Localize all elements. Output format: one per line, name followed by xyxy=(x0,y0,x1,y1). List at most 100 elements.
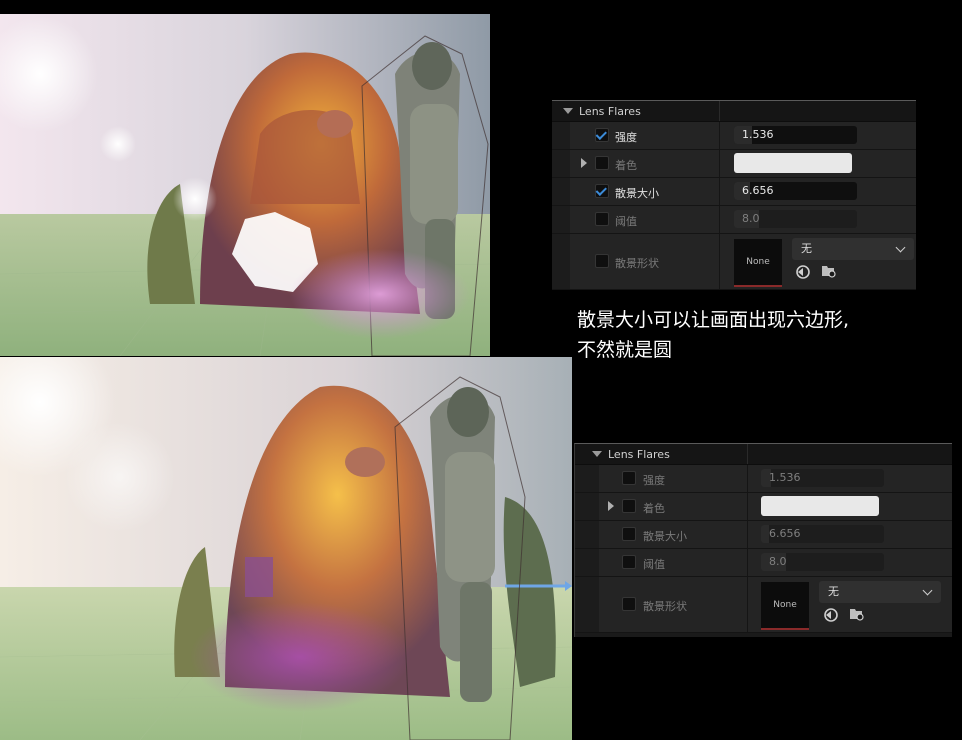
texture-asset-dropdown[interactable]: 无 xyxy=(819,581,941,603)
scene-render-hexagon xyxy=(0,14,490,356)
viewport-round-bokeh xyxy=(0,357,572,740)
property-row-bokeh-shape: 散景形状 None 无 xyxy=(575,577,952,633)
browse-folder-icon[interactable] xyxy=(821,263,837,279)
intensity-value-field[interactable]: 1.536 xyxy=(734,126,857,144)
caption-line-1: 散景大小可以让画面出现六边形, xyxy=(577,309,850,331)
column-divider xyxy=(719,122,720,149)
row-gutter xyxy=(575,521,599,548)
property-label: 散景大小 xyxy=(643,530,687,543)
threshold-value-field[interactable]: 8.0 xyxy=(734,210,857,228)
column-divider xyxy=(719,206,720,233)
property-label: 散景形状 xyxy=(615,257,659,270)
property-label: 强度 xyxy=(643,474,665,487)
threshold-value-field[interactable]: 8.0 xyxy=(761,553,884,571)
override-checkbox-tint[interactable] xyxy=(595,156,609,170)
browse-folder-icon[interactable] xyxy=(849,606,865,622)
column-divider xyxy=(747,444,748,464)
scene-render-round xyxy=(0,357,572,740)
property-label: 散景形状 xyxy=(643,600,687,613)
column-divider xyxy=(719,150,720,177)
reset-arrow-icon[interactable] xyxy=(795,264,811,280)
chevron-down-icon xyxy=(563,108,573,114)
thumbnail-label: None xyxy=(746,257,770,267)
row-gutter xyxy=(575,465,599,492)
row-gutter xyxy=(552,150,570,177)
property-row-intensity: 强度 1.536 xyxy=(575,465,952,493)
property-row-bokeh-shape: 散景形状 None 无 xyxy=(552,234,916,290)
chevron-down-icon xyxy=(592,451,602,457)
override-checkbox-threshold[interactable] xyxy=(622,555,636,569)
bokeh-size-value-field[interactable]: 6.656 xyxy=(734,182,857,200)
property-label: 阈值 xyxy=(615,215,637,228)
row-gutter xyxy=(552,178,570,205)
dropdown-value: 无 xyxy=(801,242,812,255)
row-gutter xyxy=(552,206,570,233)
thumbnail-label: None xyxy=(773,600,797,610)
property-label: 散景大小 xyxy=(615,187,659,200)
value-text: 1.536 xyxy=(769,471,801,484)
details-panel-enabled: Lens Flares 强度 1.536 着色 散景大小 6.656 阈值 8.… xyxy=(552,100,916,290)
override-checkbox-bokeh-size[interactable] xyxy=(622,527,636,541)
column-divider xyxy=(747,577,748,632)
checkmark-icon xyxy=(595,128,607,140)
value-text: 6.656 xyxy=(742,184,774,197)
column-divider xyxy=(747,493,748,520)
property-label: 着色 xyxy=(615,159,637,172)
property-label: 强度 xyxy=(615,131,637,144)
row-gutter xyxy=(575,549,599,576)
column-divider xyxy=(719,178,720,205)
value-text: 8.0 xyxy=(769,555,787,568)
section-header-lens-flares[interactable]: Lens Flares xyxy=(552,101,916,122)
property-row-intensity: 强度 1.536 xyxy=(552,122,916,150)
reset-arrow-icon[interactable] xyxy=(823,607,839,623)
override-checkbox-threshold[interactable] xyxy=(595,212,609,226)
expand-arrow-icon[interactable] xyxy=(608,501,614,511)
property-row-bokeh-size: 散景大小 6.656 xyxy=(575,521,952,549)
viewport-hexagon-bokeh xyxy=(0,14,490,356)
column-divider xyxy=(719,234,720,289)
tint-color-swatch[interactable] xyxy=(734,153,852,173)
row-gutter xyxy=(552,122,570,149)
section-title: Lens Flares xyxy=(608,447,670,461)
checkmark-icon xyxy=(595,184,607,196)
dropdown-value: 无 xyxy=(828,585,839,598)
override-checkbox-bokeh-size[interactable] xyxy=(595,184,609,198)
property-label: 着色 xyxy=(643,502,665,515)
override-checkbox-bokeh-shape[interactable] xyxy=(595,254,609,268)
tint-color-swatch[interactable] xyxy=(761,496,879,516)
section-title: Lens Flares xyxy=(579,104,641,118)
chevron-down-icon xyxy=(922,585,933,596)
value-text: 1.536 xyxy=(742,128,774,141)
row-gutter xyxy=(552,234,570,289)
texture-thumbnail[interactable]: None xyxy=(734,239,782,287)
property-row-bokeh-size: 散景大小 6.656 xyxy=(552,178,916,206)
override-checkbox-bokeh-shape[interactable] xyxy=(622,597,636,611)
section-header-lens-flares[interactable]: Lens Flares xyxy=(575,444,952,465)
details-panel-disabled: Lens Flares 强度 1.536 着色 散景大小 6.656 阈值 8.… xyxy=(574,443,952,637)
row-gutter xyxy=(575,577,599,632)
value-text: 8.0 xyxy=(742,212,760,225)
property-row-tint: 着色 xyxy=(552,150,916,178)
value-text: 6.656 xyxy=(769,527,801,540)
override-checkbox-intensity[interactable] xyxy=(595,128,609,142)
column-divider xyxy=(747,549,748,576)
override-checkbox-tint[interactable] xyxy=(622,499,636,513)
property-row-threshold: 阈值 8.0 xyxy=(552,206,916,234)
caption-line-2: 不然就是圆 xyxy=(577,339,673,361)
column-divider xyxy=(719,101,720,121)
column-divider xyxy=(747,465,748,492)
chevron-down-icon xyxy=(895,242,906,253)
expand-arrow-icon[interactable] xyxy=(581,158,587,168)
property-row-threshold: 阈值 8.0 xyxy=(575,549,952,577)
annotation-caption: 散景大小可以让画面出现六边形, 不然就是圆 xyxy=(577,305,957,365)
property-label: 阈值 xyxy=(643,558,665,571)
texture-thumbnail[interactable]: None xyxy=(761,582,809,630)
intensity-value-field[interactable]: 1.536 xyxy=(761,469,884,487)
column-divider xyxy=(747,521,748,548)
override-checkbox-intensity[interactable] xyxy=(622,471,636,485)
texture-asset-dropdown[interactable]: 无 xyxy=(792,238,914,260)
bokeh-size-value-field[interactable]: 6.656 xyxy=(761,525,884,543)
property-row-tint: 着色 xyxy=(575,493,952,521)
row-gutter xyxy=(575,493,599,520)
value-fill xyxy=(761,525,769,543)
